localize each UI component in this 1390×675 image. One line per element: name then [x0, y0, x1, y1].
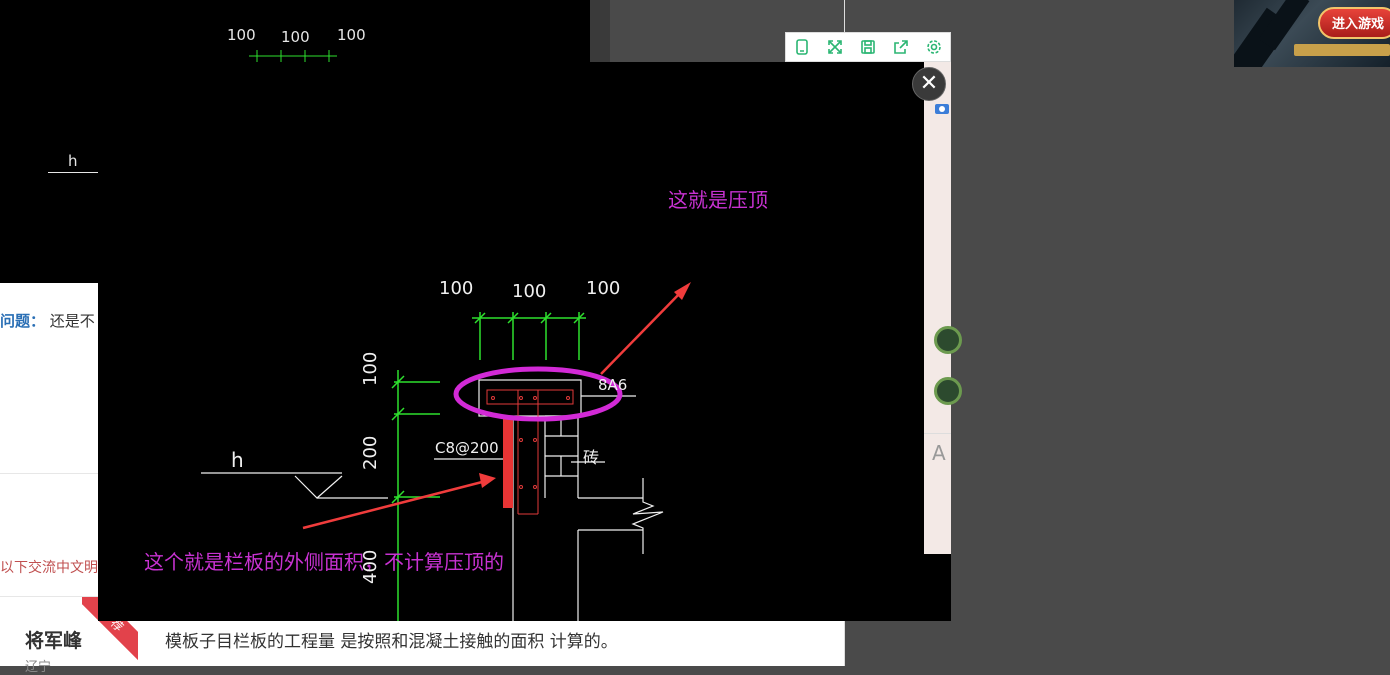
dim-left-label: 400 [360, 549, 381, 584]
dim-left-label: 100 [360, 351, 381, 386]
user-name[interactable]: 将军峰 [25, 626, 82, 653]
bg-dim-label: 100 [337, 26, 366, 44]
camera-icon[interactable] [934, 101, 950, 115]
bg-dim-label: 100 [227, 26, 256, 44]
dim-left-label: 200 [360, 435, 381, 470]
answer-text: 模板子目栏板的工程量 是按照和混凝土接触的面积 计算的。 [165, 632, 618, 652]
question-row: 问题： 还是不 [0, 310, 95, 331]
rebar-top-label: 8A6 [598, 376, 628, 394]
side-panel [924, 62, 951, 554]
cad-drawing [201, 282, 691, 621]
divider [924, 433, 951, 434]
bg-h-line [48, 172, 98, 173]
enter-game-button[interactable]: 进入游戏 [1318, 7, 1390, 39]
expand-icon[interactable] [819, 33, 852, 61]
background-dimension: 100 100 100 [225, 26, 385, 66]
balustrade-highlight [503, 419, 513, 508]
font-icon[interactable]: A [932, 441, 946, 465]
phone-icon[interactable] [786, 33, 819, 61]
gear-icon[interactable] [917, 33, 950, 61]
comment-hint: 以下交流中文明 [0, 560, 98, 576]
dim-top-label: 100 [586, 278, 621, 299]
image-viewer: 这就是压顶 这个就是栏板的外侧面积，不计算压顶的 100 100 100 100… [98, 62, 951, 621]
bg-dim-line [249, 50, 337, 62]
question-label: 问题： [0, 312, 46, 330]
save-icon[interactable] [852, 33, 885, 61]
share-icon[interactable] [884, 33, 917, 61]
question-text: 还是不 [49, 312, 95, 330]
dim-top-label: 100 [439, 278, 474, 299]
annotation-coping: 这就是压顶 [668, 188, 768, 212]
divider [0, 473, 98, 474]
annotation-balustrade: 这个就是栏板的外侧面积，不计算压顶的 [144, 550, 504, 574]
arrow-bottom [302, 473, 496, 530]
close-button[interactable]: ✕ [912, 67, 946, 101]
structure-lines [201, 379, 664, 621]
close-icon: ✕ [919, 71, 939, 96]
background-strip [590, 0, 610, 62]
dim-top-lines [472, 312, 586, 360]
h-label: h [231, 448, 244, 472]
dim-top-label: 100 [512, 281, 547, 302]
viewer-toolbar [785, 32, 951, 62]
eye-icon[interactable] [934, 377, 962, 405]
brick-label: 砖 [583, 448, 600, 467]
rebar-spec-label: C8@200 [435, 439, 499, 457]
eye-icon[interactable] [934, 326, 962, 354]
bg-dim-label: 100 [281, 28, 310, 46]
game-ad-banner[interactable]: 进入游戏 [1234, 0, 1390, 67]
ad-bar [1294, 44, 1390, 56]
bg-h-label: h [68, 152, 78, 170]
rebar-lines [486, 389, 574, 515]
